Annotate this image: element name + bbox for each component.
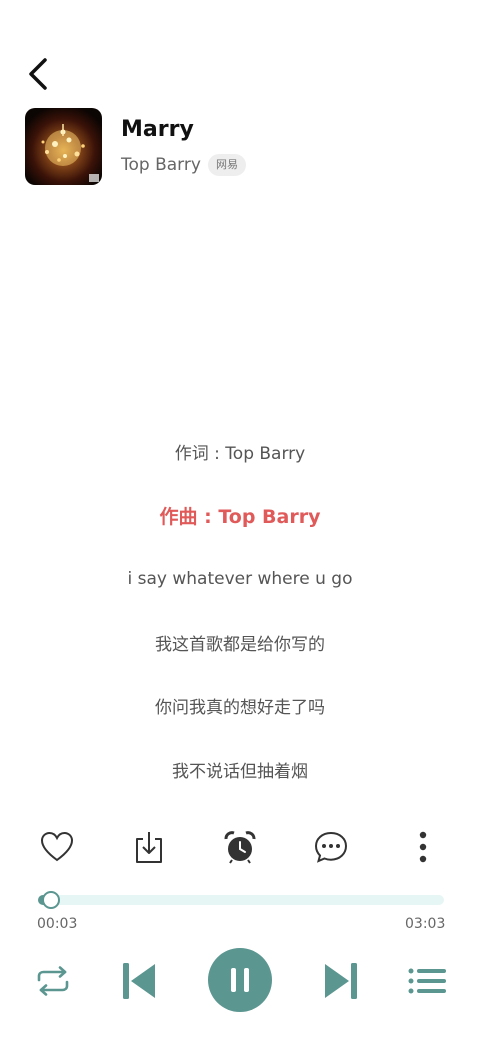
lyric-line: 你问我真的想好走了吗: [155, 698, 325, 719]
current-time: 00:03: [37, 916, 78, 932]
lyrics-panel[interactable]: 作词 : Top Barry 作曲 : Top Barry i say what…: [0, 420, 480, 801]
repeat-icon: [37, 966, 69, 996]
playlist-icon: [408, 968, 446, 994]
total-time: 03:03: [405, 916, 446, 932]
album-art-icon: [41, 124, 99, 182]
lyric-line: i say whatever where u go: [127, 568, 353, 589]
previous-button[interactable]: [120, 960, 158, 1002]
progress-bar[interactable]: [38, 891, 444, 909]
lyric-line-active: 作曲 : Top Barry: [159, 505, 321, 528]
pause-icon: [231, 968, 249, 992]
download-button[interactable]: [129, 828, 169, 866]
album-cover[interactable]: [25, 108, 102, 185]
source-badge: 网易: [208, 154, 246, 176]
progress-thumb[interactable]: [42, 891, 60, 909]
song-title: Marry: [121, 117, 194, 142]
back-button[interactable]: [22, 56, 54, 92]
lyric-line: 我这首歌都是给你写的: [155, 634, 325, 655]
next-icon: [325, 963, 357, 999]
alarm-clock-icon: [224, 831, 256, 864]
next-button[interactable]: [322, 960, 360, 1002]
previous-icon: [123, 963, 155, 999]
repeat-button[interactable]: [32, 962, 74, 1000]
comment-icon: [314, 831, 348, 863]
alarm-button[interactable]: [220, 828, 260, 866]
playlist-button[interactable]: [406, 964, 448, 998]
like-button[interactable]: [37, 828, 77, 866]
heart-icon: [40, 831, 74, 862]
chevron-left-icon: [29, 58, 47, 90]
action-row: [0, 828, 480, 866]
artist-name[interactable]: Top Barry: [121, 155, 201, 175]
more-vertical-icon: [419, 831, 427, 863]
lyric-line: 作词 : Top Barry: [174, 444, 306, 465]
lyric-line: 我不说话但抽着烟: [172, 761, 308, 782]
download-icon: [136, 832, 162, 863]
more-button[interactable]: [403, 828, 443, 866]
pause-button[interactable]: [208, 948, 272, 1012]
comment-button[interactable]: [311, 828, 351, 866]
